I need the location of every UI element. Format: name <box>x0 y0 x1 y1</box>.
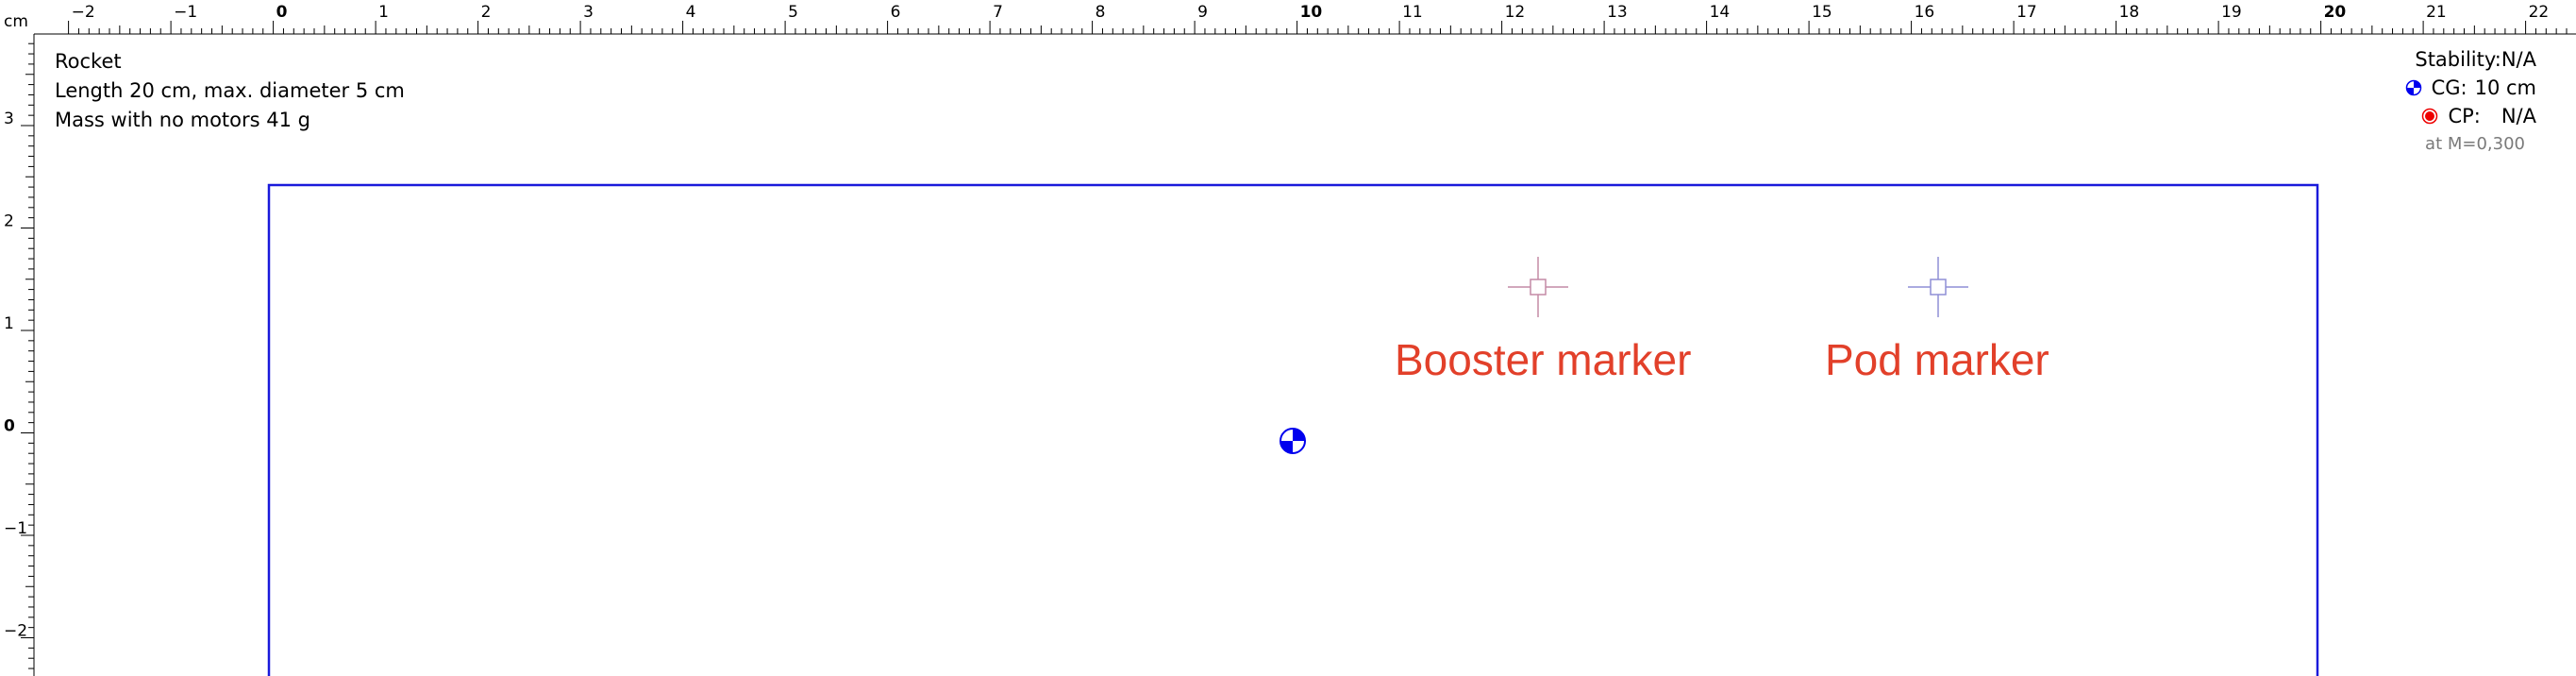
h-ruler-tick-label: −2 <box>72 3 95 22</box>
rocket-name: Rocket <box>55 50 122 73</box>
vertical-ruler: 3 2 1 0 −1 −2 <box>4 42 34 669</box>
h-ruler-tick-label: 3 <box>583 3 594 22</box>
stability-value: N/A <box>2501 48 2536 71</box>
cg-icon <box>2405 79 2421 96</box>
mach-note: at M=0,300 <box>2425 134 2525 154</box>
rocket-info-panel: Rocket Length 20 cm, max. diameter 5 cm … <box>55 47 405 135</box>
h-ruler-tick-label: 21 <box>2426 3 2447 22</box>
h-ruler-tick-label: 11 <box>1402 3 1423 22</box>
cg-marker-icon <box>1280 428 1306 454</box>
h-ruler-tick-label: 20 <box>2324 3 2347 22</box>
h-ruler-tick-label: 6 <box>891 3 901 22</box>
h-ruler-tick-label: 12 <box>1505 3 1526 22</box>
horizontal-ruler: −2 −1 0 1 2 3 4 5 6 7 8 9 10 11 12 13 14 15 16 17 18 19 20 21 22 <box>68 3 2568 34</box>
h-ruler-tick-label: 22 <box>2529 3 2550 22</box>
h-ruler-tick-label: 0 <box>276 3 288 22</box>
v-ruler-tick-label: 3 <box>4 110 14 128</box>
cg-label: CG: <box>2431 76 2467 99</box>
h-ruler-tick-label: 1 <box>378 3 389 22</box>
cp-value: N/A <box>2501 105 2536 127</box>
cg-row: CG: 10 cm <box>2405 74 2536 102</box>
v-ruler-tick-label: 0 <box>4 417 15 436</box>
h-ruler-tick-label: 10 <box>1300 3 1323 22</box>
rocket-dimensions: Length 20 cm, max. diameter 5 cm <box>55 79 405 102</box>
v-ruler-tick-label: −1 <box>4 519 27 538</box>
ruler-unit-label: cm <box>4 12 28 31</box>
cp-icon <box>2422 108 2438 125</box>
v-ruler-tick-label: 1 <box>4 314 14 333</box>
h-ruler-tick-label: 16 <box>1915 3 1935 22</box>
h-ruler-tick-label: 15 <box>1812 3 1832 22</box>
stability-label: Stability: <box>2415 48 2501 71</box>
cg-value: 10 cm <box>2474 76 2536 99</box>
v-ruler-tick-label: 2 <box>4 212 14 231</box>
h-ruler-tick-label: 5 <box>788 3 798 22</box>
h-ruler-tick-label: 17 <box>2016 3 2037 22</box>
stability-panel: Stability: N/A CG: 10 cm CP: N/A at M=0,… <box>2405 45 2536 154</box>
booster-crosshair-icon[interactable] <box>1508 257 1568 317</box>
cp-label: CP: <box>2448 105 2481 127</box>
h-ruler-tick-label: 14 <box>1710 3 1731 22</box>
pod-crosshair-icon[interactable] <box>1908 257 1968 317</box>
h-ruler-tick-label: 7 <box>993 3 1003 22</box>
h-ruler-tick-label: 19 <box>2221 3 2242 22</box>
v-ruler-tick-label: −2 <box>4 622 27 641</box>
h-ruler-tick-label: 9 <box>1197 3 1208 22</box>
pod-marker-label: Pod marker <box>1825 335 2049 384</box>
h-ruler-tick-label: 2 <box>481 3 492 22</box>
stability-row: Stability: N/A <box>2405 45 2536 74</box>
h-ruler-tick-label: 13 <box>1607 3 1628 22</box>
rocket-design-canvas[interactable]: cm −2 −1 0 1 2 3 4 5 6 7 8 9 10 11 12 13 14 15 16 17 18 19 20 2… <box>0 0 2576 676</box>
h-ruler-tick-label: 4 <box>686 3 696 22</box>
booster-marker-label: Booster marker <box>1395 335 1692 384</box>
h-ruler-tick-label: −1 <box>174 3 197 22</box>
cp-row: CP: N/A <box>2405 102 2536 130</box>
rocket-mass: Mass with no motors 41 g <box>55 109 310 131</box>
h-ruler-tick-label: 18 <box>2119 3 2140 22</box>
h-ruler-tick-label: 8 <box>1096 3 1106 22</box>
